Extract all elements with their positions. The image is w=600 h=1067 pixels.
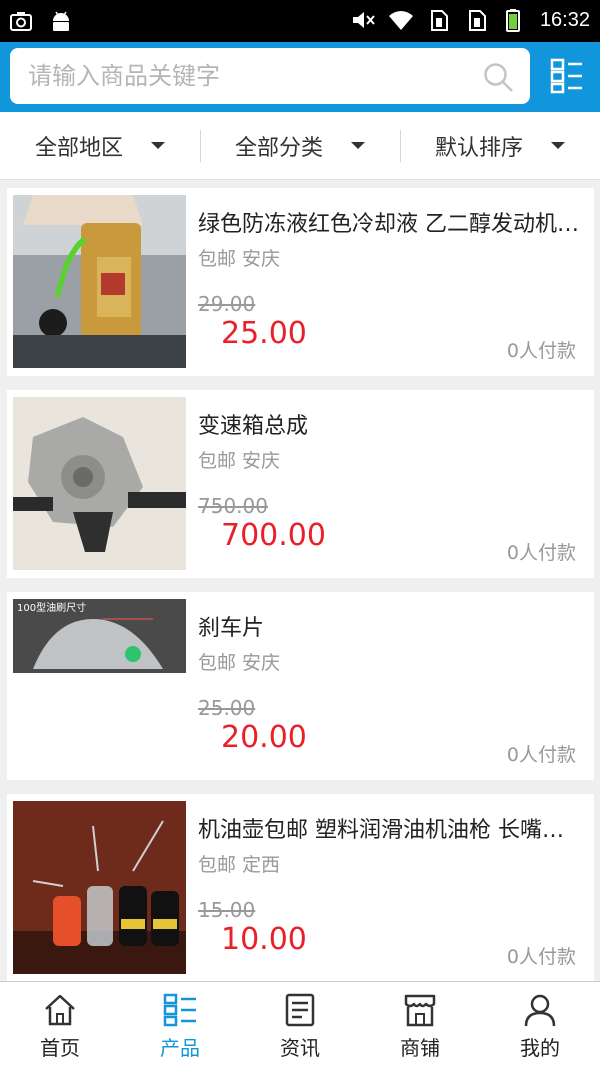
shipping-label: 包邮: [198, 854, 237, 876]
product-meta: 包邮 安庆: [198, 446, 280, 473]
location-label: 安庆: [242, 248, 281, 270]
header: [0, 42, 600, 112]
filter-sort[interactable]: 默认排序: [400, 112, 600, 179]
shipping-label: 包邮: [198, 248, 237, 270]
search-icon[interactable]: [482, 61, 514, 93]
tab-shop[interactable]: 商铺: [360, 982, 480, 1067]
sales-count: 0人付款: [506, 744, 576, 766]
sale-price: 25.00: [221, 316, 307, 351]
filter-category[interactable]: 全部分类: [200, 112, 400, 179]
product-image[interactable]: [13, 801, 186, 974]
sale-price: 700.00: [221, 518, 326, 553]
sim1-icon: [430, 10, 448, 31]
tab-label: 产品: [160, 1036, 200, 1060]
filter-region[interactable]: 全部地区: [0, 112, 200, 179]
tab-profile[interactable]: 我的: [480, 982, 600, 1067]
tab-products[interactable]: 产品: [120, 982, 240, 1067]
product-title[interactable]: 绿色防冻液红色冷却液 乙二醇发动机水箱宝: [198, 206, 583, 238]
product-image[interactable]: [13, 397, 186, 570]
product-card[interactable]: 变速箱总成 包邮 安庆 750.00 700.00 0人付款: [7, 390, 594, 578]
location-label: 定西: [242, 854, 281, 876]
product-card[interactable]: 机油壶包邮 塑料润滑油机油枪 长嘴油壶 包邮 定西 15.00 10.00 0人付…: [7, 794, 594, 982]
tab-label: 商铺: [400, 1036, 440, 1060]
sale-price: 20.00: [221, 720, 307, 755]
filter-label: 默认排序: [434, 135, 523, 161]
android-icon: [53, 11, 69, 31]
list-menu-icon[interactable]: [550, 58, 584, 94]
product-title[interactable]: 机油壶包邮 塑料润滑油机油枪 长嘴油壶: [198, 812, 583, 844]
product-image[interactable]: 100型油刷尺寸: [13, 599, 186, 772]
shipping-label: 包邮: [198, 652, 237, 674]
clock: 16:32: [539, 8, 590, 31]
product-meta: 包邮 定西: [198, 850, 280, 877]
mute-icon: [352, 12, 375, 28]
caret-down-icon: [151, 142, 165, 149]
tab-home[interactable]: 首页: [0, 982, 120, 1067]
news-icon: [285, 993, 315, 1027]
sales-count: 0人付款: [506, 946, 576, 968]
wifi-icon: [388, 11, 413, 31]
user-icon: [524, 994, 556, 1027]
status-bar: 16:32: [0, 0, 600, 42]
product-image[interactable]: [13, 195, 186, 368]
shipping-label: 包邮: [198, 450, 237, 472]
caret-down-icon: [351, 142, 365, 149]
tab-label: 资讯: [280, 1036, 320, 1060]
original-price: 15.00: [198, 898, 256, 922]
filter-bar: 全部地区 全部分类 默认排序: [0, 112, 600, 180]
search-box[interactable]: [10, 48, 530, 104]
sales-count: 0人付款: [506, 340, 576, 362]
screenshot-icon: [10, 12, 32, 31]
original-price: 29.00: [198, 292, 256, 316]
products-icon: [163, 993, 196, 1027]
original-price: 750.00: [198, 494, 268, 518]
filter-label: 全部分类: [234, 135, 323, 161]
product-meta: 包邮 安庆: [198, 648, 280, 675]
shop-icon: [404, 994, 436, 1027]
original-price: 25.00: [198, 696, 256, 720]
caret-down-icon: [551, 142, 565, 149]
tab-label: 我的: [520, 1036, 560, 1060]
product-card[interactable]: 绿色防冻液红色冷却液 乙二醇发动机水箱宝 包邮 安庆 29.00 25.00 0人…: [7, 188, 594, 376]
product-meta: 包邮 安庆: [198, 244, 280, 271]
product-title[interactable]: 变速箱总成: [198, 408, 583, 440]
battery-icon: [505, 9, 520, 32]
location-label: 安庆: [242, 652, 281, 674]
location-label: 安庆: [242, 450, 281, 472]
sim2-icon: [468, 10, 486, 31]
tab-label: 首页: [40, 1036, 80, 1060]
filter-label: 全部地区: [34, 135, 123, 161]
product-title[interactable]: 刹车片: [198, 610, 583, 642]
home-icon: [45, 994, 75, 1026]
product-card[interactable]: 100型油刷尺寸 刹车片 包邮 安庆 25.00 20.00 0人付款: [7, 592, 594, 780]
sales-count: 0人付款: [506, 542, 576, 564]
sale-price: 10.00: [221, 922, 307, 957]
tab-news[interactable]: 资讯: [240, 982, 360, 1067]
brake-image-caption: 100型油刷尺寸: [17, 601, 86, 614]
search-input[interactable]: [28, 48, 468, 104]
bottom-tab-bar: 首页 产品 资讯 商铺 我的: [0, 981, 600, 1067]
